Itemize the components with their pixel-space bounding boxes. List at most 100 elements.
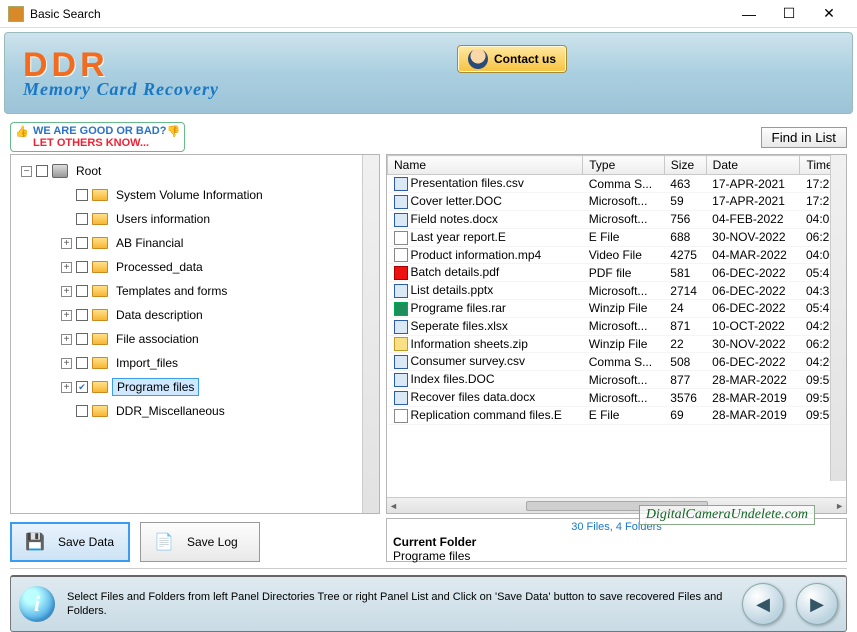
- list-header-row: Name Type Size Date Time: [388, 156, 846, 175]
- tree-item[interactable]: +Templates and forms: [21, 279, 379, 303]
- checkbox-icon[interactable]: [76, 309, 88, 321]
- expand-icon[interactable]: +: [61, 334, 72, 345]
- tree-item-label: Programe files: [112, 378, 199, 396]
- toolbar-row: WE ARE GOOD OR BAD? LET OTHERS KNOW... F…: [0, 118, 857, 154]
- table-row[interactable]: Batch details.pdfPDF file58106-DEC-20220…: [388, 264, 846, 282]
- col-size[interactable]: Size: [664, 156, 706, 175]
- minimize-button[interactable]: —: [729, 2, 769, 26]
- contact-us-button[interactable]: Contact us: [457, 45, 567, 73]
- tree-item[interactable]: + AB Financial: [21, 231, 379, 255]
- tree-item[interactable]: +Import_files: [21, 351, 379, 375]
- cell-name: Index files.DOC: [411, 372, 495, 386]
- vertical-scrollbar[interactable]: [830, 155, 846, 481]
- close-button[interactable]: ✕: [809, 2, 849, 26]
- workarea: − Root System Volume Information Users in…: [0, 154, 857, 514]
- file-icon: [394, 266, 408, 280]
- cell-name: Programe files.rar: [411, 301, 506, 315]
- tree-item[interactable]: Users information: [21, 207, 379, 231]
- checkbox-icon[interactable]: [36, 165, 48, 177]
- info-icon: i: [19, 586, 55, 622]
- maximize-button[interactable]: ☐: [769, 2, 809, 26]
- cell-size: 463: [664, 175, 706, 193]
- expand-icon[interactable]: +: [61, 358, 72, 369]
- cell-size: 22: [664, 335, 706, 353]
- cell-size: 508: [664, 353, 706, 371]
- cell-name: Seperate files.xlsx: [411, 319, 508, 333]
- expand-icon[interactable]: +: [61, 238, 72, 249]
- expand-icon[interactable]: [61, 214, 72, 225]
- save-data-button[interactable]: 💾 Save Data: [10, 522, 130, 562]
- col-date[interactable]: Date: [706, 156, 800, 175]
- tree-item-label: Users information: [112, 211, 214, 227]
- save-log-button[interactable]: 📄 Save Log: [140, 522, 260, 562]
- tree-item[interactable]: System Volume Information: [21, 183, 379, 207]
- cell-date: 28-MAR-2019: [706, 406, 800, 424]
- tree-item[interactable]: + ✔ Programe files: [21, 375, 379, 399]
- table-row[interactable]: Replication command files.EE File6928-MA…: [388, 406, 846, 424]
- table-row[interactable]: Seperate files.xlsxMicrosoft...87110-OCT…: [388, 317, 846, 335]
- file-icon: [394, 337, 408, 351]
- cell-name: Batch details.pdf: [411, 265, 500, 279]
- col-name[interactable]: Name: [388, 156, 583, 175]
- table-row[interactable]: Programe files.rarWinzip File2406-DEC-20…: [388, 299, 846, 317]
- checkbox-icon[interactable]: [76, 189, 88, 201]
- checkbox-icon[interactable]: [76, 405, 88, 417]
- file-icon: [394, 373, 408, 387]
- cell-date: 28-MAR-2019: [706, 389, 800, 407]
- checkbox-icon[interactable]: ✔: [76, 381, 88, 393]
- folder-icon: [92, 309, 108, 321]
- current-folder-label: Current Folder: [393, 535, 840, 549]
- find-in-list-button[interactable]: Find in List: [761, 127, 847, 148]
- checkbox-icon[interactable]: [76, 237, 88, 249]
- tree-item-label: AB Financial: [112, 235, 187, 251]
- expand-icon[interactable]: +: [61, 382, 72, 393]
- table-row[interactable]: Last year report.EE File68830-NOV-202206…: [388, 228, 846, 246]
- checkbox-icon[interactable]: [76, 213, 88, 225]
- table-row[interactable]: List details.pptxMicrosoft...271406-DEC-…: [388, 282, 846, 300]
- table-row[interactable]: Field notes.docxMicrosoft...75604-FEB-20…: [388, 210, 846, 228]
- checkbox-icon[interactable]: [76, 261, 88, 273]
- table-row[interactable]: Presentation files.csvComma S...46317-AP…: [388, 175, 846, 193]
- file-icon: [394, 248, 408, 262]
- tree-item-label: Processed_data: [112, 259, 207, 275]
- nav-back-button[interactable]: ◀: [742, 583, 784, 625]
- titlebar: Basic Search — ☐ ✕: [0, 0, 857, 28]
- checkbox-icon[interactable]: [76, 285, 88, 297]
- folder-icon: [92, 285, 108, 297]
- tree-root[interactable]: − Root: [21, 159, 379, 183]
- cell-name: Consumer survey.csv: [411, 354, 525, 368]
- tree-item[interactable]: +Data description: [21, 303, 379, 327]
- expand-icon[interactable]: +: [61, 310, 72, 321]
- avatar-icon: [468, 49, 488, 69]
- file-icon: [394, 391, 408, 405]
- table-row[interactable]: Consumer survey.csvComma S...50806-DEC-2…: [388, 353, 846, 371]
- feedback-tag[interactable]: WE ARE GOOD OR BAD? LET OTHERS KNOW...: [10, 122, 185, 152]
- col-type[interactable]: Type: [583, 156, 665, 175]
- expand-icon[interactable]: +: [61, 262, 72, 273]
- expand-icon[interactable]: [61, 406, 72, 417]
- cell-date: 17-APR-2021: [706, 193, 800, 211]
- expand-icon[interactable]: [61, 190, 72, 201]
- logo: DDR Memory Card Recovery: [23, 48, 219, 98]
- nav-forward-button[interactable]: ▶: [796, 583, 838, 625]
- tree-item[interactable]: +File association: [21, 327, 379, 351]
- cell-name: Last year report.E: [411, 230, 506, 244]
- header-banner: DDR Memory Card Recovery Contact us: [4, 32, 853, 114]
- tree-item[interactable]: + Processed_data: [21, 255, 379, 279]
- table-row[interactable]: Information sheets.zipWinzip File2230-NO…: [388, 335, 846, 353]
- file-icon: [394, 284, 408, 298]
- tree-item[interactable]: DDR_Miscellaneous: [21, 399, 379, 423]
- table-row[interactable]: Recover files data.docxMicrosoft...35762…: [388, 389, 846, 407]
- table-row[interactable]: Product information.mp4Video File427504-…: [388, 246, 846, 264]
- footer-bar: i Select Files and Folders from left Pan…: [10, 575, 847, 632]
- checkbox-icon[interactable]: [76, 357, 88, 369]
- table-row[interactable]: Index files.DOCMicrosoft...87728-MAR-202…: [388, 371, 846, 389]
- cell-date: 06-DEC-2022: [706, 282, 800, 300]
- folder-icon: [92, 333, 108, 345]
- checkbox-icon[interactable]: [76, 333, 88, 345]
- cell-type: Microsoft...: [583, 210, 665, 228]
- cell-size: 877: [664, 371, 706, 389]
- expand-icon[interactable]: +: [61, 286, 72, 297]
- table-row[interactable]: Cover letter.DOCMicrosoft...5917-APR-202…: [388, 193, 846, 211]
- cell-size: 59: [664, 193, 706, 211]
